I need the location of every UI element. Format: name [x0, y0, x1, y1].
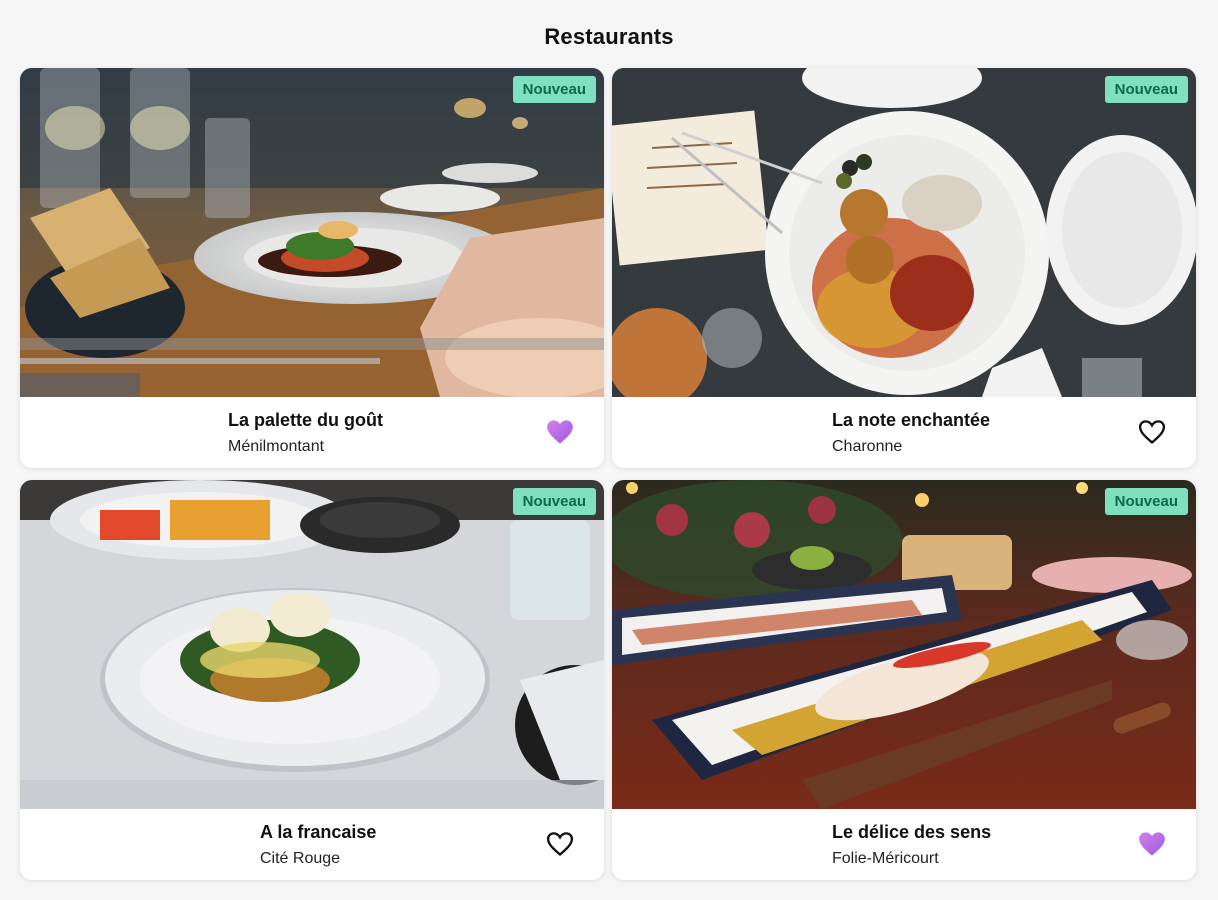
- heart-filled-icon[interactable]: [1138, 831, 1166, 857]
- restaurant-district: Folie-Méricourt: [832, 850, 939, 867]
- heart-outline-icon[interactable]: [1138, 419, 1166, 445]
- restaurant-name: Le délice des sens: [832, 822, 992, 842]
- restaurant-info: La note enchantée Charonne: [612, 397, 1196, 468]
- heart-filled-icon[interactable]: [546, 419, 574, 445]
- new-badge: Nouveau: [1104, 488, 1188, 515]
- page-title: Restaurants: [544, 24, 674, 49]
- restaurant-info: A la francaise Cité Rouge: [20, 809, 604, 880]
- restaurant-grid: Nouveau La palette du goût Ménilmontant: [20, 68, 1196, 880]
- restaurant-card[interactable]: Nouveau Le délice des sens Folie-Méricou…: [612, 480, 1196, 880]
- restaurant-district: Ménilmontant: [228, 438, 325, 455]
- new-badge: Nouveau: [1104, 76, 1188, 103]
- restaurant-photo: [20, 68, 604, 397]
- restaurant-card[interactable]: Nouveau La note enchantée Charonne: [612, 68, 1196, 468]
- restaurant-district: Charonne: [832, 438, 903, 455]
- restaurant-name: La palette du goût: [228, 410, 383, 430]
- restaurant-info: Le délice des sens Folie-Méricourt: [612, 809, 1196, 880]
- heart-outline-icon[interactable]: [546, 831, 574, 857]
- restaurant-photo: [20, 480, 604, 809]
- new-badge: Nouveau: [512, 488, 596, 515]
- restaurant-photo: [612, 68, 1196, 397]
- restaurant-photo: [612, 480, 1196, 809]
- restaurant-name: A la francaise: [260, 822, 377, 842]
- restaurant-info: La palette du goût Ménilmontant: [20, 397, 604, 468]
- restaurant-district: Cité Rouge: [260, 850, 341, 867]
- new-badge: Nouveau: [512, 76, 596, 103]
- restaurant-card[interactable]: Nouveau A la francaise Cité Rouge: [20, 480, 604, 880]
- restaurant-card[interactable]: Nouveau La palette du goût Ménilmontant: [20, 68, 604, 468]
- restaurant-name: La note enchantée: [832, 410, 991, 430]
